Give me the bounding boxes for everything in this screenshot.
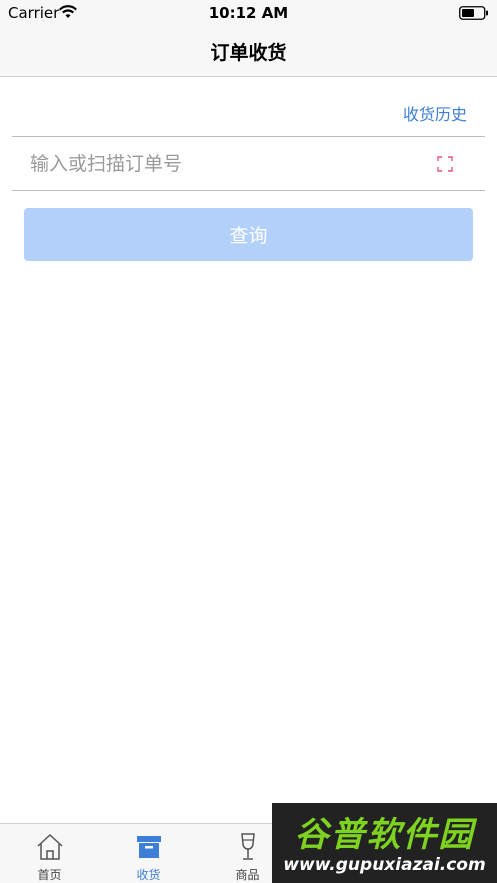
query-button[interactable]: 查询 — [24, 208, 473, 261]
wine-glass-icon — [241, 833, 255, 860]
home-icon — [37, 833, 63, 860]
box-icon — [137, 836, 161, 858]
tab-receive-label: 收货 — [136, 868, 161, 882]
order-number-input[interactable] — [30, 145, 410, 183]
status-time: 10:12 AM — [208, 4, 289, 22]
tab-home[interactable]: 首页 — [0, 824, 99, 883]
watermark-url: www.gupuxiazai.com — [283, 855, 486, 875]
battery-icon — [459, 6, 488, 20]
status-bar: Carrier 10:12 AM — [0, 0, 497, 26]
navigation-bar: 订单收货 — [0, 26, 497, 77]
page-title: 订单收货 — [210, 42, 287, 64]
order-input-row — [12, 136, 485, 191]
tab-receive[interactable]: 收货 — [99, 824, 198, 883]
watermark: 谷普软件园 www.gupuxiazai.com — [272, 803, 497, 883]
scan-icon[interactable] — [437, 156, 453, 172]
watermark-title: 谷普软件园 — [294, 815, 475, 855]
receive-history-link[interactable]: 收货历史 — [403, 101, 467, 125]
tab-home-label: 首页 — [37, 868, 62, 882]
